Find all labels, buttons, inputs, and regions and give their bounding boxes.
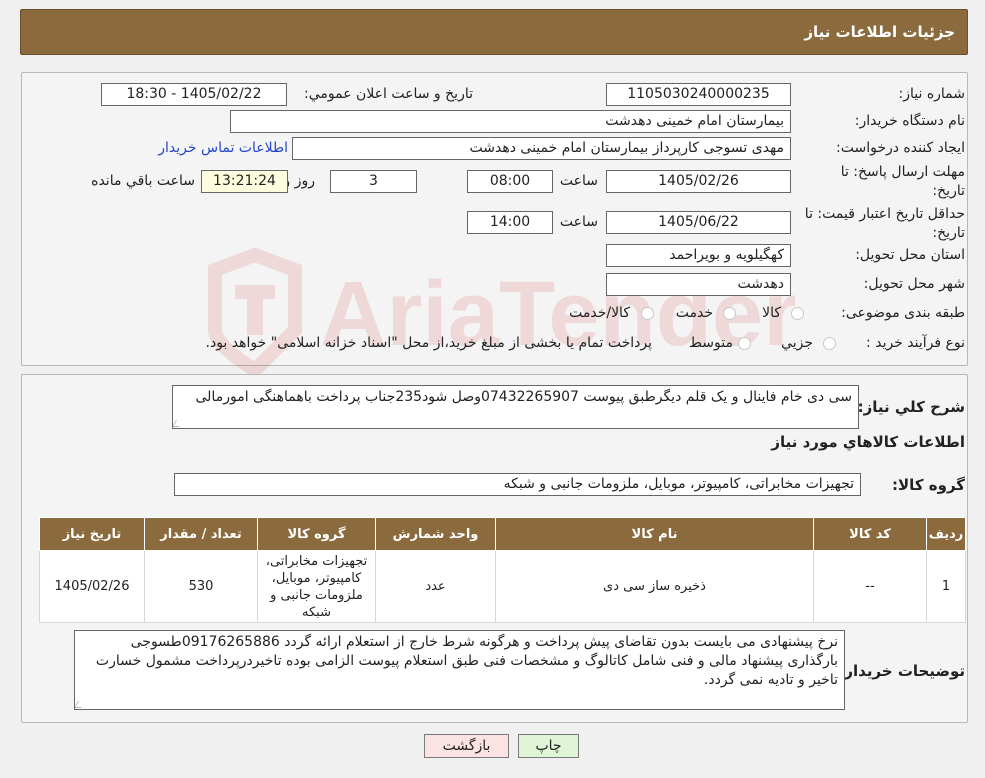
buyer-notes-label: توضیحات خریدار: — [838, 662, 965, 680]
announce-datetime-field: 1405/02/22 - 18:30 — [101, 83, 287, 106]
cell-group: تجهیزات مخابراتی، کامپیوتر، موبایل، ملزو… — [257, 550, 376, 623]
table-row: 1 -- ذخیره ساز سی دی عدد تجهیزات مخابرات… — [39, 550, 966, 623]
validity-date-field: 1405/06/22 — [606, 211, 791, 234]
goods-table: ردیف کد کالا نام کالا واحد شمارش گروه کا… — [39, 517, 966, 623]
requester-field: مهدی تسوجی کارپرداز بیمارستان امام خمینی… — [292, 137, 791, 160]
remaining-label: ساعت باقي مانده — [91, 173, 195, 189]
days-label: روز و — [283, 173, 316, 189]
category-option-goods: کالا — [762, 305, 781, 321]
category-radio-goods-service[interactable] — [641, 307, 654, 320]
resize-grip-icon[interactable] — [173, 420, 184, 427]
purchase-radio-minor[interactable] — [823, 337, 836, 350]
col-row: ردیف — [926, 517, 966, 551]
goods-info-heading: اطلاعات کالاهاي مورد نیاز — [771, 433, 965, 451]
general-desc-text: سی دی خام فاینال و یک قلم دیگرطبق پیوست … — [195, 389, 853, 405]
purchase-option-minor: جزیي — [781, 335, 813, 351]
purchase-type-label: نوع فرآیند خرید : — [866, 335, 965, 351]
price-validity-label: حداقل تاریخ اعتبار قیمت: تا تاریخ: — [804, 206, 965, 241]
delivery-city-label: شهر محل تحویل: — [863, 276, 965, 292]
reply-time-field: 08:00 — [467, 170, 553, 193]
cell-unit: عدد — [375, 550, 496, 623]
delivery-city-field: دهدشت — [606, 273, 791, 296]
page-title: جزئیات اطلاعات نیاز — [804, 23, 955, 41]
category-radio-goods[interactable] — [791, 307, 804, 320]
col-group: گروه کالا — [257, 517, 376, 551]
category-option-goods-service: کالا/خدمت — [569, 305, 630, 321]
purchase-option-medium: متوسط — [689, 335, 733, 351]
goods-group-label: گروه کالا: — [892, 476, 965, 494]
category-option-service: خدمت — [675, 305, 713, 321]
col-name: نام کالا — [495, 517, 814, 551]
cell-name: ذخیره ساز سی دی — [495, 550, 814, 623]
announce-datetime-label: تاریخ و ساعت اعلان عمومي: — [304, 86, 473, 102]
remaining-time-field: 13:21:24 — [201, 170, 288, 193]
cell-code: -- — [813, 550, 927, 623]
need-number-label: شماره نیاز: — [898, 86, 966, 102]
buyer-org-field: بیمارستان امام خمینی دهدشت — [230, 110, 791, 133]
requester-label: ایجاد کننده درخواست: — [836, 140, 965, 156]
reply-date-field: 1405/02/26 — [606, 170, 791, 193]
general-desc-label: شرح کلي نیاز: — [857, 398, 965, 416]
col-unit: واحد شمارش — [375, 517, 496, 551]
goods-group-field: تجهیزات مخابراتی، کامپیوتر، موبایل، ملزو… — [174, 473, 861, 496]
print-button[interactable]: چاپ — [518, 734, 579, 758]
buyer-contact-link[interactable]: اطلاعات تماس خریدار — [158, 140, 288, 156]
col-code: کد کالا — [813, 517, 927, 551]
category-label: طبقه بندی موضوعی: — [841, 305, 965, 321]
reply-deadline-label: مهلت ارسال پاسخ: تا تاریخ: — [840, 164, 965, 199]
cell-date: 1405/02/26 — [39, 550, 145, 623]
validity-time-label: ساعت — [559, 214, 598, 230]
col-date: تاریخ نیاز — [39, 517, 145, 551]
back-button[interactable]: بازگشت — [424, 734, 509, 758]
col-qty: تعداد / مقدار — [144, 517, 258, 551]
resize-grip-icon[interactable] — [75, 701, 86, 708]
reply-days-field: 3 — [330, 170, 417, 193]
general-desc-textarea[interactable]: سی دی خام فاینال و یک قلم دیگرطبق پیوست … — [172, 385, 859, 429]
purchase-treasury-note: پرداخت تمام یا بخشی از مبلغ خرید،از محل … — [205, 335, 652, 351]
goods-table-header: ردیف کد کالا نام کالا واحد شمارش گروه کا… — [39, 517, 966, 551]
need-number-field: 1105030240000235 — [606, 83, 791, 106]
category-radio-service[interactable] — [723, 307, 736, 320]
cell-qty: 530 — [144, 550, 258, 623]
page-header: جزئیات اطلاعات نیاز — [20, 9, 968, 55]
cell-row: 1 — [926, 550, 966, 623]
buyer-org-label: نام دستگاه خریدار: — [854, 113, 965, 129]
buyer-notes-textarea[interactable]: نرخ پیشنهادی می بایست بدون تقاضای پیش پر… — [74, 630, 845, 710]
buyer-notes-text: نرخ پیشنهادی می بایست بدون تقاضای پیش پر… — [95, 634, 838, 688]
delivery-province-label: استان محل تحویل: — [855, 247, 965, 263]
reply-time-label: ساعت — [559, 173, 598, 189]
validity-time-field: 14:00 — [467, 211, 553, 234]
delivery-province-field: کهگیلویه و بویراحمد — [606, 244, 791, 267]
purchase-radio-medium[interactable] — [738, 337, 751, 350]
